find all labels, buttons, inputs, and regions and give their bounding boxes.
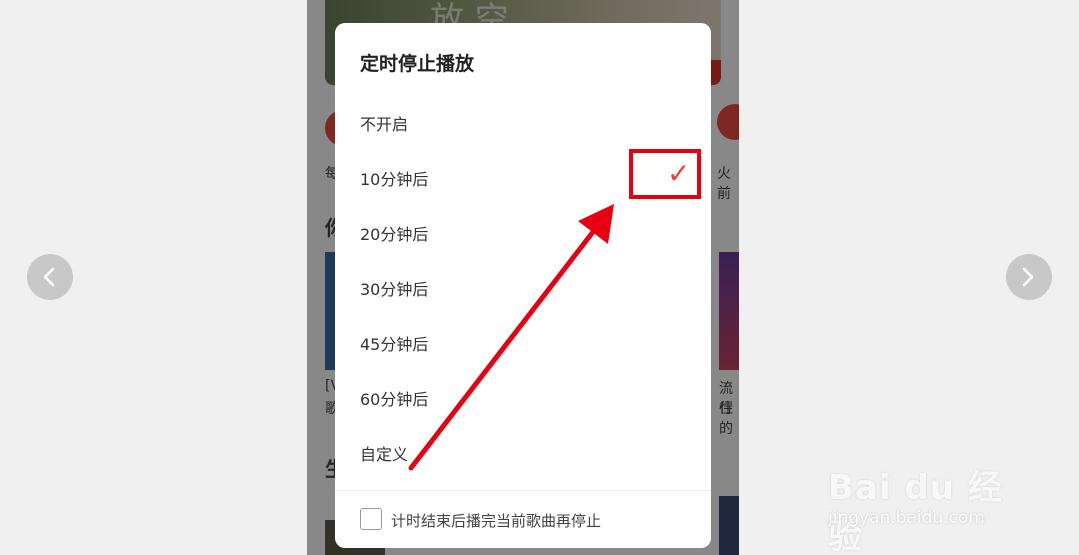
chevron-right-icon <box>1022 267 1034 287</box>
baidu-watermark: Bai du 经验 jingyan.baidu.com <box>826 440 1026 555</box>
chevron-left-icon <box>43 267 55 287</box>
next-button[interactable] <box>1006 254 1052 300</box>
watermark-url: jingyan.baidu.com <box>828 508 985 528</box>
prev-button[interactable] <box>27 254 73 300</box>
